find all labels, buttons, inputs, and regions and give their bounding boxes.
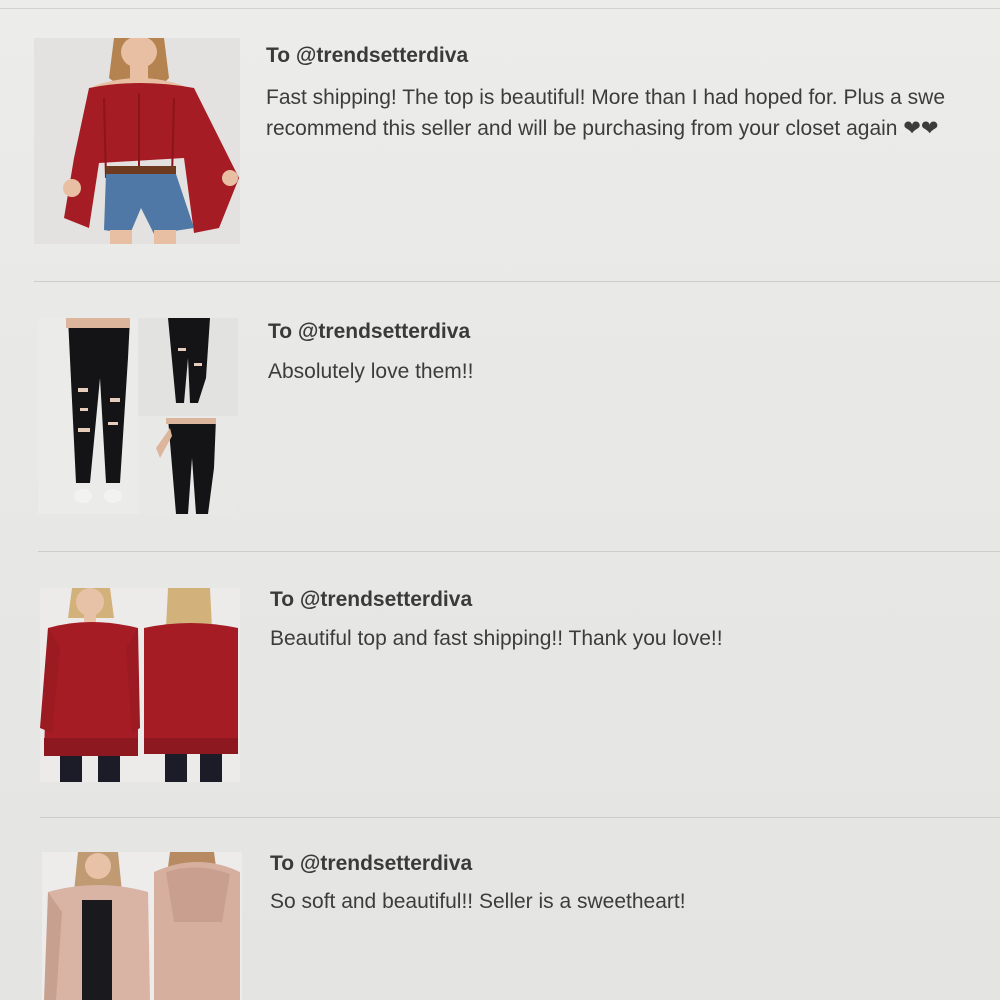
top-divider	[0, 8, 1000, 9]
review-item-thumbnail[interactable]	[40, 588, 240, 782]
red-ruffle-top-photo	[40, 588, 240, 782]
red-off-shoulder-top-photo	[34, 38, 240, 244]
review-item-thumbnail[interactable]	[38, 318, 238, 514]
review-recipient[interactable]: To @trendsetterdiva	[266, 44, 468, 68]
review-recipient[interactable]: To @trendsetterdiva	[270, 852, 472, 876]
pink-hooded-cardigan-photo	[42, 852, 242, 1000]
review-item-thumbnail[interactable]	[34, 38, 240, 244]
review-divider	[40, 817, 1000, 818]
review-recipient[interactable]: To @trendsetterdiva	[270, 588, 472, 612]
review-recipient[interactable]: To @trendsetterdiva	[268, 320, 470, 344]
black-ripped-jeans-photo	[38, 318, 238, 514]
review-item-thumbnail[interactable]	[42, 852, 242, 1000]
feedback-page: To @trendsetterdiva Fast shipping! The t…	[0, 0, 1000, 1000]
review-divider	[38, 551, 1000, 552]
review-comment: Fast shipping! The top is beautiful! Mor…	[266, 86, 946, 140]
review-divider	[34, 281, 1000, 282]
review-comment: Beautiful top and fast shipping!! Thank …	[270, 627, 723, 650]
review-comment: Absolutely love them!!	[268, 360, 474, 383]
review-comment: So soft and beautiful!! Seller is a swee…	[270, 890, 686, 913]
